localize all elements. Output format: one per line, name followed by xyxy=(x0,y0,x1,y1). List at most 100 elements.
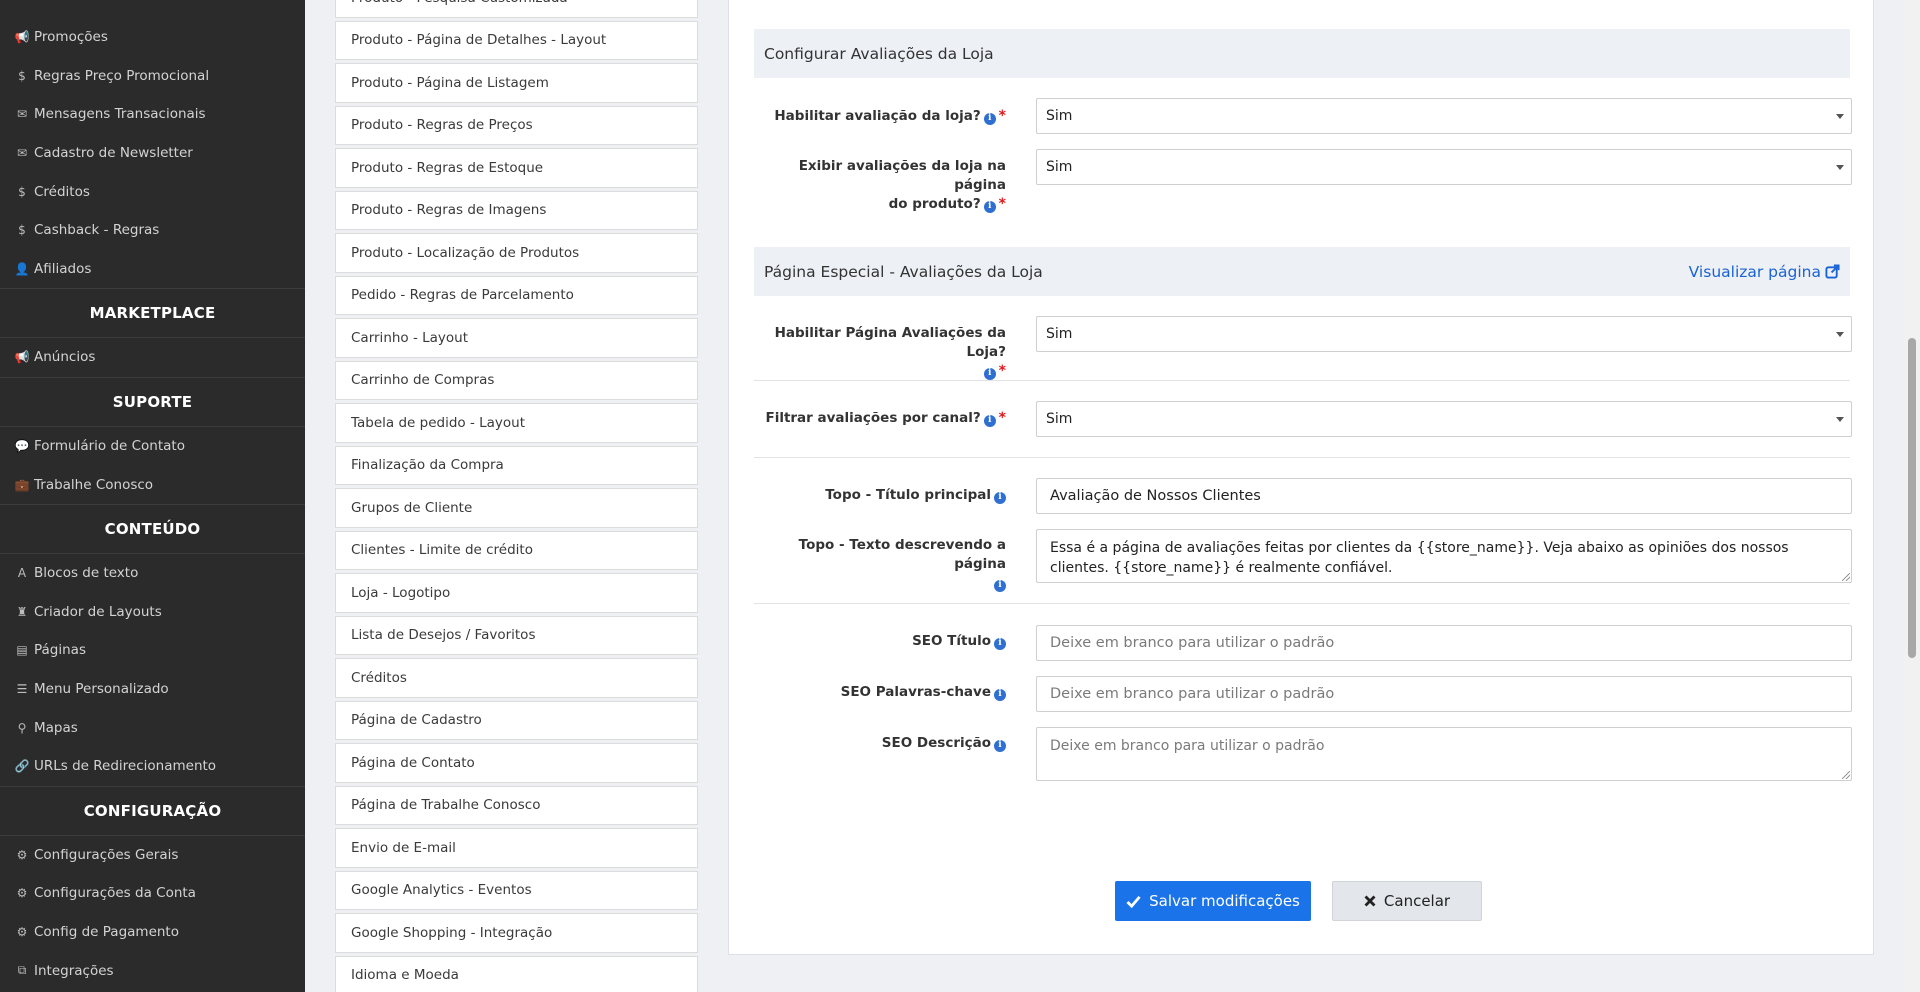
settings-menu-item[interactable]: Tabela de pedido - Layout xyxy=(335,403,698,443)
chevron-down-icon xyxy=(1836,332,1844,337)
filtrar-canal-select[interactable]: Sim xyxy=(1036,401,1852,437)
sidebar-item[interactable]: ✉ Mensagens Transacionais xyxy=(0,95,305,134)
dollar-icon: $ xyxy=(18,68,26,83)
page-scrollbar[interactable] xyxy=(1904,0,1920,992)
settings-menu: Produto - Pesquisa Customizada Produto - … xyxy=(335,0,698,992)
sidebar-item[interactable]: ⚲ Mapas xyxy=(0,708,305,747)
gear-icon: ⚙ xyxy=(16,847,28,862)
sidebar-item[interactable]: ⚙ Configurações Gerais xyxy=(0,836,305,875)
info-icon[interactable]: i xyxy=(983,414,996,427)
settings-menu-item[interactable]: Produto - Regras de Imagens xyxy=(335,190,698,230)
sidebar-item[interactable]: 💬 Formulário de Contato xyxy=(0,427,305,466)
settings-menu-item[interactable]: Google Shopping - Integração xyxy=(335,913,698,953)
info-icon[interactable]: i xyxy=(983,200,996,213)
settings-menu-item[interactable]: Produto - Pesquisa Customizada xyxy=(335,0,698,18)
settings-menu-item[interactable]: Finalização da Compra xyxy=(335,445,698,485)
field-label: Exibir avaliações da loja na página do p… xyxy=(798,158,1006,213)
sidebar-item-label: Regras Preço Promocional xyxy=(34,67,210,84)
sidebar-item[interactable]: 🔗 URLs de Redirecionamento xyxy=(0,747,305,786)
settings-menu-item[interactable]: Produto - Regras de Preços xyxy=(335,105,698,145)
sidebar-item[interactable]: 💼 Trabalhe Conosco xyxy=(0,465,305,504)
sidebar-item[interactable]: ⚙ Config de Pagamento xyxy=(0,913,305,952)
sidebar-item-label: Mensagens Transacionais xyxy=(34,106,206,123)
sidebar-section-title: CONTEÚDO xyxy=(0,503,305,554)
settings-menu-item[interactable]: Idioma e Moeda xyxy=(335,955,698,992)
sidebar-item[interactable]: $ Regras Preço Promocional xyxy=(0,57,305,96)
envelope-icon: ✉ xyxy=(16,146,28,161)
resize-handle-icon[interactable] xyxy=(1842,771,1850,779)
sidebar-item[interactable]: ♜ Criador de Layouts xyxy=(0,593,305,632)
sidebar-item[interactable]: 📢 Promoções xyxy=(0,18,305,57)
section-title: Configurar Avaliações da Loja xyxy=(764,44,994,63)
info-icon[interactable]: i xyxy=(983,367,996,380)
settings-menu-item[interactable]: Lista de Desejos / Favoritos xyxy=(335,615,698,655)
sidebar-item[interactable]: ▤ Páginas xyxy=(0,631,305,670)
file-icon: ▤ xyxy=(16,643,28,658)
seo-palavras-input[interactable]: Deixe em branco para utilizar o padrão xyxy=(1036,676,1852,712)
sidebar-item[interactable]: 👤 Afiliados xyxy=(0,250,305,289)
habilitar-pagina-select[interactable]: Sim xyxy=(1036,316,1852,352)
settings-menu-item[interactable]: Carrinho de Compras xyxy=(335,360,698,400)
texto-pagina-textarea[interactable]: Essa é a página de avaliações feitas por… xyxy=(1036,529,1852,583)
map-marker-icon: ⚲ xyxy=(17,720,27,735)
settings-menu-item[interactable]: Página de Contato xyxy=(335,743,698,783)
settings-menu-item[interactable]: Página de Trabalhe Conosco xyxy=(335,785,698,825)
bullhorn-icon: 📢 xyxy=(14,350,30,365)
layout-icon: ♜ xyxy=(16,604,28,619)
info-icon[interactable]: i xyxy=(994,579,1006,592)
habilitar-avaliacao-select[interactable]: Sim xyxy=(1036,98,1852,134)
sidebar-item[interactable]: ⧉ Integrações xyxy=(0,951,305,990)
info-icon[interactable]: i xyxy=(994,637,1006,650)
sidebar-section-title: SUPORTE xyxy=(0,376,305,427)
settings-menu-item[interactable]: Grupos de Cliente xyxy=(335,488,698,528)
info-icon[interactable]: i xyxy=(994,739,1006,752)
settings-menu-item[interactable]: Página de Cadastro xyxy=(335,700,698,740)
sidebar-item-label: Páginas xyxy=(34,642,86,659)
view-page-link[interactable]: Visualizar página xyxy=(1689,263,1840,281)
section-header-store-reviews: Configurar Avaliações da Loja xyxy=(754,29,1850,78)
seo-descricao-textarea[interactable]: Deixe em branco para utilizar o padrão xyxy=(1036,727,1852,781)
settings-menu-item[interactable]: Carrinho - Layout xyxy=(335,318,698,358)
exibir-avaliacoes-select[interactable]: Sim xyxy=(1036,149,1852,185)
gear-icon: ⚙ xyxy=(16,886,28,901)
required-asterisk: * xyxy=(998,196,1006,212)
sidebar-item-label: Criador de Layouts xyxy=(34,603,162,620)
settings-menu-item[interactable]: Produto - Localização de Produtos xyxy=(335,233,698,273)
sidebar-item[interactable]: ✉ Cadastro de Newsletter xyxy=(0,134,305,173)
resize-handle-icon[interactable] xyxy=(1842,573,1850,581)
dollar-icon: $ xyxy=(18,184,26,199)
settings-menu-item[interactable]: Clientes - Limite de crédito xyxy=(335,530,698,570)
sidebar-item[interactable]: ⚙ Configurações da Conta xyxy=(0,874,305,913)
sidebar-item[interactable]: 📢 Anúncios xyxy=(0,338,305,377)
cancel-button[interactable]: Cancelar xyxy=(1332,881,1482,921)
settings-menu-item[interactable]: Pedido - Regras de Parcelamento xyxy=(335,275,698,315)
comment-icon: 💬 xyxy=(14,439,30,454)
info-icon[interactable]: i xyxy=(994,491,1006,504)
sidebar-item[interactable]: A Blocos de texto xyxy=(0,554,305,593)
settings-menu-item[interactable]: Loja - Logotipo xyxy=(335,573,698,613)
seo-titulo-input[interactable]: Deixe em branco para utilizar o padrão xyxy=(1036,625,1852,661)
puzzle-icon: ⧉ xyxy=(17,963,27,978)
settings-menu-item[interactable]: Produto - Regras de Estoque xyxy=(335,148,698,188)
sidebar-item-label: Afiliados xyxy=(34,260,92,277)
field-label: SEO Título i xyxy=(754,632,1006,651)
field-label: Topo - Texto descrevendo a página i xyxy=(798,537,1006,592)
settings-menu-item[interactable]: Produto - Página de Listagem xyxy=(335,63,698,103)
sidebar-item[interactable]: $ Créditos xyxy=(0,172,305,211)
save-button[interactable]: Salvar modificações xyxy=(1115,881,1311,921)
settings-menu-item[interactable]: Créditos xyxy=(335,658,698,698)
sidebar-item[interactable]: $ Cashback - Regras xyxy=(0,211,305,250)
sidebar-item-label: Trabalhe Conosco xyxy=(34,476,154,493)
settings-menu-item[interactable]: Produto - Página de Detalhes - Layout xyxy=(335,20,698,60)
info-icon[interactable]: i xyxy=(983,112,996,125)
sidebar-item-label: Créditos xyxy=(34,183,90,200)
scrollbar-thumb[interactable] xyxy=(1908,338,1916,658)
titulo-principal-input[interactable]: Avaliação de Nossos Clientes xyxy=(1036,478,1852,514)
gear-icon: ⚙ xyxy=(16,924,28,939)
info-icon[interactable]: i xyxy=(994,688,1006,701)
sidebar-item-label: Menu Personalizado xyxy=(34,681,169,698)
settings-menu-item[interactable]: Envio de E-mail xyxy=(335,828,698,868)
settings-menu-item[interactable]: Google Analytics - Eventos xyxy=(335,870,698,910)
sidebar: 📢 Promoções $ Regras Preço Promocional ✉ Mens… xyxy=(0,0,305,992)
sidebar-item[interactable]: ☰ Menu Personalizado xyxy=(0,670,305,709)
